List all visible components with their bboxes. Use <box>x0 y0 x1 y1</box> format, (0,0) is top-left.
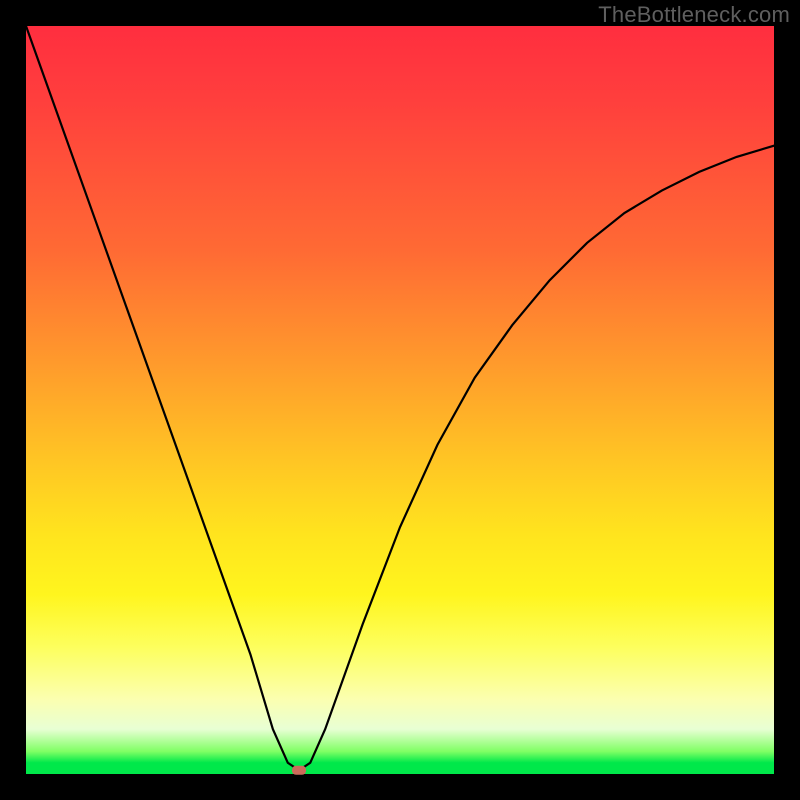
chart-frame: TheBottleneck.com <box>0 0 800 800</box>
optimum-marker <box>292 766 306 775</box>
bottleneck-curve <box>26 26 774 770</box>
bottleneck-curve-svg <box>26 26 774 774</box>
plot-area <box>26 26 774 774</box>
watermark-text: TheBottleneck.com <box>598 2 790 28</box>
